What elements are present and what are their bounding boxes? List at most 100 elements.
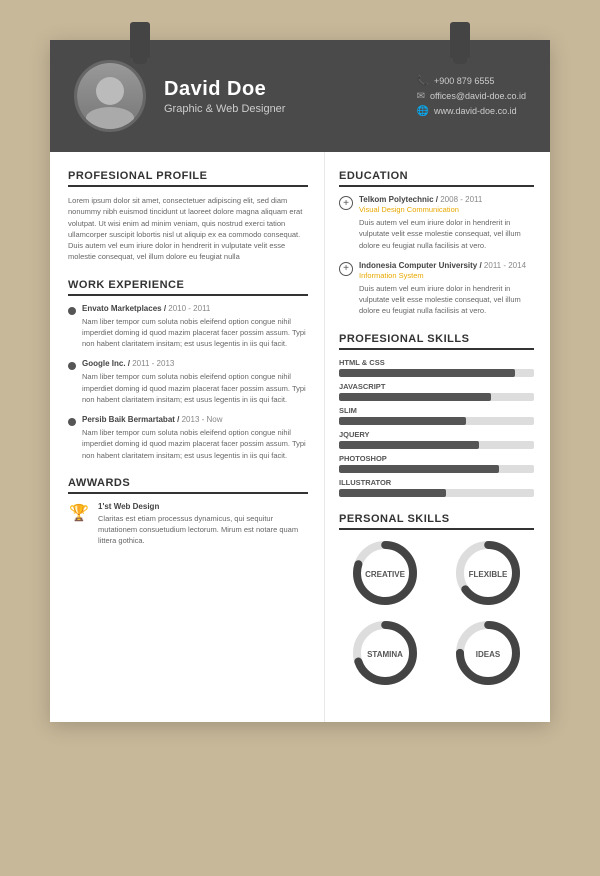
svg-text:IDEAS: IDEAS xyxy=(476,650,501,659)
skill-label: HTML & CSS xyxy=(339,358,534,367)
personal-skills-section: PERSONAL SKILLS CREATIVE FLEXIBLE STAMIN… xyxy=(339,513,534,688)
donut-chart: FLEXIBLE xyxy=(453,538,523,608)
work-item: Persib Baik Bermartabat / 2013 - Now Nam… xyxy=(68,415,308,461)
left-column: PROFESIONAL PROFILE Lorem ipsum dolor si… xyxy=(50,152,325,722)
work-company: Persib Baik Bermartabat / 2013 - Now xyxy=(82,415,308,424)
skill-item: HTML & CSS xyxy=(339,358,534,377)
work-company: Google Inc. / 2011 - 2013 xyxy=(82,359,308,368)
skill-bar-fill xyxy=(339,369,515,377)
edu-items: + Telkom Polytechnic / 2008 - 2011 Visua… xyxy=(339,195,534,317)
trophy-icon-wrap: 🏆 xyxy=(68,502,90,524)
skill-bar-bg xyxy=(339,369,534,377)
awards-title: AWWARDS xyxy=(68,477,308,494)
edu-content: Indonesia Computer University / 2011 - 2… xyxy=(359,261,534,317)
svg-text:FLEXIBLE: FLEXIBLE xyxy=(468,570,507,579)
profile-section: PROFESIONAL PROFILE Lorem ipsum dolor si… xyxy=(68,170,308,263)
education-section: EDUCATION + Telkom Polytechnic / 2008 - … xyxy=(339,170,534,317)
edu-plus-icon: + xyxy=(339,196,353,210)
work-years: 2010 - 2011 xyxy=(168,304,210,313)
web-icon: 🌐 xyxy=(417,106,429,117)
work-desc: Nam liber tempor cum soluta nobis eleife… xyxy=(82,371,308,405)
website-item: 🌐 www.david-doe.co.id xyxy=(417,106,517,117)
work-content: Google Inc. / 2011 - 2013 Nam liber temp… xyxy=(82,359,308,405)
skill-bar-bg xyxy=(339,489,534,497)
edu-years: 2008 - 2011 xyxy=(440,195,482,204)
personal-skills-title: PERSONAL SKILLS xyxy=(339,513,534,530)
candidate-title: Graphic & Web Designer xyxy=(164,103,399,115)
resume: David Doe Graphic & Web Designer 📞 +900 … xyxy=(50,40,550,722)
skill-item: PHOTOSHOP xyxy=(339,454,534,473)
award-title: 1'st Web Design xyxy=(98,502,308,511)
award-item: 🏆 1'st Web Design Claritas est etiam pro… xyxy=(68,502,308,547)
skill-bar-fill xyxy=(339,393,491,401)
work-item: Google Inc. / 2011 - 2013 Nam liber temp… xyxy=(68,359,308,405)
donut-chart: CREATIVE xyxy=(350,538,420,608)
phone-text: +900 879 6555 xyxy=(434,76,494,86)
award-desc: Claritas est etiam processus dynamicus, … xyxy=(98,513,308,547)
skill-bar-bg xyxy=(339,441,534,449)
clip-right xyxy=(450,22,470,58)
work-desc: Nam liber tempor cum soluta nobis eleife… xyxy=(82,427,308,461)
skill-bar-fill xyxy=(339,489,446,497)
education-title: EDUCATION xyxy=(339,170,534,187)
work-content: Persib Baik Bermartabat / 2013 - Now Nam… xyxy=(82,415,308,461)
skill-bar-bg xyxy=(339,393,534,401)
work-company: Envato Marketplaces / 2010 - 2011 xyxy=(82,304,308,313)
donut-item: IDEAS xyxy=(442,618,535,688)
skill-bar-fill xyxy=(339,441,479,449)
edu-major: Information System xyxy=(359,271,534,280)
candidate-name: David Doe xyxy=(164,78,399,101)
clip-left xyxy=(130,22,150,58)
donut-chart: STAMINA xyxy=(350,618,420,688)
donut-item: STAMINA xyxy=(339,618,432,688)
edu-major: Visual Design Communication xyxy=(359,205,534,214)
work-bullet xyxy=(68,307,76,315)
work-years: 2011 - 2013 xyxy=(132,359,174,368)
trophy-icon: 🏆 xyxy=(69,503,89,523)
skill-bar-fill xyxy=(339,417,466,425)
skill-bars: HTML & CSS JAVASCRIPT SLIM JQUERY PHOTOS… xyxy=(339,358,534,497)
website-text: www.david-doe.co.id xyxy=(434,106,517,116)
email-item: ✉ offices@david-doe.co.id xyxy=(417,91,526,102)
skill-label: ILLUSTRATOR xyxy=(339,478,534,487)
skill-label: PHOTOSHOP xyxy=(339,454,534,463)
work-bullet xyxy=(68,362,76,370)
header-contact: 📞 +900 879 6555 ✉ offices@david-doe.co.i… xyxy=(417,76,526,117)
work-bullet xyxy=(68,418,76,426)
phone-icon: 📞 xyxy=(417,76,429,87)
skill-label: SLIM xyxy=(339,406,534,415)
work-items: Envato Marketplaces / 2010 - 2011 Nam li… xyxy=(68,304,308,461)
skill-item: JQUERY xyxy=(339,430,534,449)
edu-school: Indonesia Computer University / 2011 - 2… xyxy=(359,261,534,270)
skill-bar-bg xyxy=(339,465,534,473)
svg-text:CREATIVE: CREATIVE xyxy=(365,570,406,579)
skill-label: JAVASCRIPT xyxy=(339,382,534,391)
awards-section: AWWARDS 🏆 1'st Web Design Claritas est e… xyxy=(68,477,308,547)
edu-desc: Duis autem vel eum iriure dolor in hendr… xyxy=(359,217,534,251)
work-section: WORK EXPERIENCE Envato Marketplaces / 20… xyxy=(68,279,308,461)
donut-item: CREATIVE xyxy=(339,538,432,608)
work-title: WORK EXPERIENCE xyxy=(68,279,308,296)
edu-desc: Duis autem vel eum iriure dolor in hendr… xyxy=(359,283,534,317)
work-desc: Nam liber tempor cum soluta nobis eleife… xyxy=(82,316,308,350)
edu-item: + Telkom Polytechnic / 2008 - 2011 Visua… xyxy=(339,195,534,251)
pro-skills-section: PROFESIONAL SKILLS HTML & CSS JAVASCRIPT… xyxy=(339,333,534,497)
work-content: Envato Marketplaces / 2010 - 2011 Nam li… xyxy=(82,304,308,350)
skill-item: ILLUSTRATOR xyxy=(339,478,534,497)
award-content: 1'st Web Design Claritas est etiam proce… xyxy=(98,502,308,547)
right-column: EDUCATION + Telkom Polytechnic / 2008 - … xyxy=(325,152,550,722)
svg-text:STAMINA: STAMINA xyxy=(367,650,403,659)
avatar xyxy=(74,60,146,132)
edu-plus-icon: + xyxy=(339,262,353,276)
skill-item: JAVASCRIPT xyxy=(339,382,534,401)
work-years: 2013 - Now xyxy=(182,415,223,424)
donut-item: FLEXIBLE xyxy=(442,538,535,608)
edu-item: + Indonesia Computer University / 2011 -… xyxy=(339,261,534,317)
email-icon: ✉ xyxy=(417,91,425,102)
edu-years: 2011 - 2014 xyxy=(484,261,526,270)
resume-body: PROFESIONAL PROFILE Lorem ipsum dolor si… xyxy=(50,152,550,722)
phone-item: 📞 +900 879 6555 xyxy=(417,76,495,87)
skill-bar-bg xyxy=(339,417,534,425)
resume-header: David Doe Graphic & Web Designer 📞 +900 … xyxy=(50,40,550,152)
profile-title: PROFESIONAL PROFILE xyxy=(68,170,308,187)
